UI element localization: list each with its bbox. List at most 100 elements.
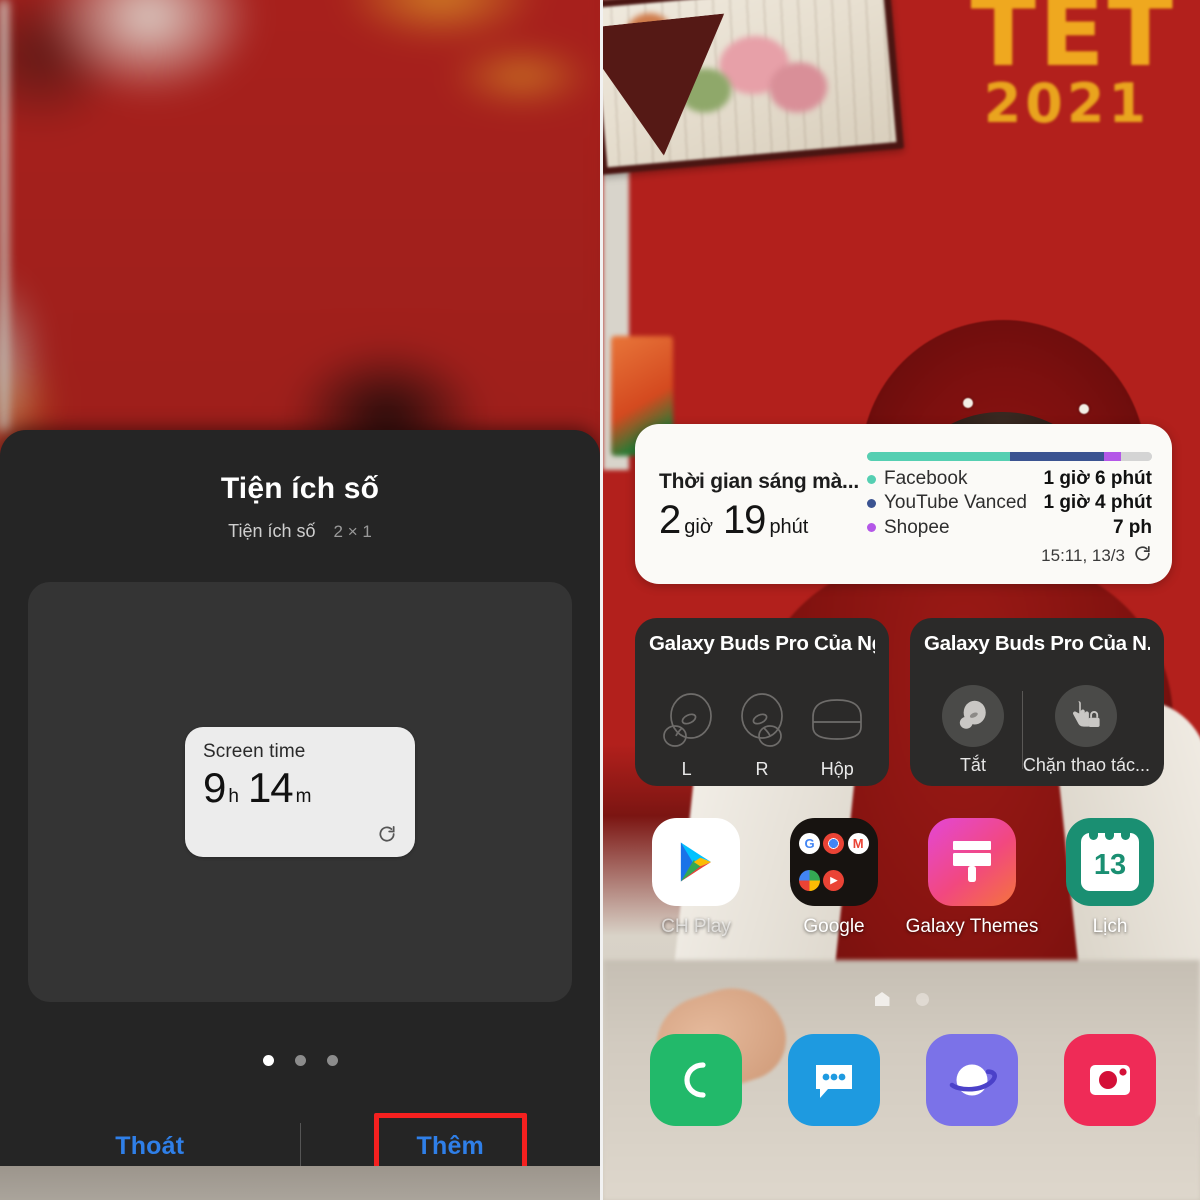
exit-button-wrap[interactable]: Thoát — [0, 1132, 300, 1161]
preview-page-dots[interactable] — [0, 1055, 600, 1066]
galaxy-buds-controls-widget[interactable]: Galaxy Buds Pro Của N... Tắt Chặn thao t… — [910, 618, 1164, 786]
usage-app-list: Facebook 1 giờ 6 phút YouTube Vanced 1 giờ … — [867, 467, 1152, 540]
preview-widget-label: Screen time — [203, 741, 306, 762]
buds-battery-title: Galaxy Buds Pro Của Ng... — [649, 632, 875, 655]
usage-app-row: Facebook 1 giờ 6 phút — [867, 467, 1152, 491]
google-play-icon — [652, 818, 740, 906]
usage-app-time: 1 giờ 4 phút — [1043, 492, 1152, 514]
dock-phone[interactable] — [627, 1034, 765, 1136]
refresh-icon[interactable] — [377, 824, 397, 844]
screenshot-root: Tiện ích số Tiện ích số 2 × 1 Screen tim… — [0, 0, 1200, 1200]
bud-left-label: L — [681, 759, 692, 779]
buds-control-off-label: Tắt — [959, 754, 986, 775]
calendar-icon: 13 — [1066, 818, 1154, 906]
left-wall-edge — [0, 0, 8, 430]
usage-bar-segment-remaining — [1120, 452, 1152, 461]
sheet-title: Tiện ích số — [220, 472, 380, 505]
add-button[interactable]: Thêm — [417, 1132, 484, 1161]
calendar-day: 13 — [1093, 848, 1127, 881]
usage-bar — [867, 452, 1152, 461]
preview-hours-unit: h — [228, 786, 239, 807]
screen-time-widget-preview[interactable]: Screen time 9 h 14 m — [185, 727, 415, 857]
usage-bar-segment-1 — [1009, 452, 1104, 461]
total-minutes-unit: phút — [769, 516, 809, 538]
usage-app-name: YouTube Vanced — [884, 492, 1027, 514]
galaxy-themes-icon — [928, 818, 1016, 906]
phone-icon — [650, 1034, 742, 1126]
usage-bar-segment-0 — [867, 452, 1010, 461]
earbud-icon — [941, 684, 1004, 747]
usage-app-row: Shopee 7 ph — [867, 516, 1152, 540]
page-dot[interactable] — [915, 992, 929, 1006]
dock — [627, 1034, 1179, 1136]
preview-hours: 9 — [203, 764, 226, 811]
last-updated: 15:11, 13/3 — [1041, 545, 1125, 565]
mini-maps-icon — [799, 869, 820, 891]
preview-minutes-unit: m — [295, 786, 312, 807]
bud-right[interactable]: R — [724, 691, 799, 780]
mini-google-icon: G — [799, 833, 820, 855]
screen-time-summary: Thời gian sáng mà... 2 giờ 19 phút — [659, 440, 867, 572]
bud-case-label: Hộp — [820, 759, 854, 779]
internet-icon — [926, 1034, 1018, 1126]
buds-control-off[interactable]: Tắt — [924, 684, 1022, 776]
mini-gmail-icon: M — [847, 833, 869, 855]
usage-bullet — [867, 523, 876, 533]
buds-case-icon — [812, 699, 863, 740]
dock-messages[interactable] — [765, 1034, 903, 1136]
bud-left[interactable]: L — [649, 691, 724, 780]
total-hours: 2 — [659, 498, 681, 542]
google-folder-icon: G M ▶ — [790, 818, 878, 906]
camera-icon — [1064, 1034, 1156, 1126]
app-label-galaxy-themes: Galaxy Themes — [905, 916, 1039, 937]
usage-app-time: 7 ph — [1112, 516, 1152, 538]
screen-time-total: 2 giờ 19 phút — [659, 500, 867, 540]
touch-lock-icon — [1055, 684, 1118, 747]
screen-time-widget[interactable]: Thời gian sáng mà... 2 giờ 19 phút Faceb… — [635, 424, 1172, 584]
home-icon[interactable] — [874, 992, 890, 1006]
preview-widget-time: 9 h 14 m — [203, 767, 397, 809]
usage-app-time: 1 giờ 6 phút — [1043, 468, 1152, 489]
preview-minutes: 14 — [247, 764, 294, 811]
buds-battery-items: L R Hộp — [649, 670, 875, 780]
app-ch-play[interactable]: CH Play — [627, 818, 765, 938]
buds-controls-items: Tắt Chặn thao tác... — [924, 672, 1150, 788]
screen-time-title: Thời gian sáng mà... — [659, 470, 859, 493]
widget-name: Tiện ích số — [228, 520, 316, 541]
usage-app-name: Shopee — [884, 516, 950, 538]
usage-app-row: YouTube Vanced 1 giờ 4 phút — [867, 491, 1152, 515]
app-calendar[interactable]: 13 Lịch — [1041, 818, 1179, 938]
screen-time-breakdown: Facebook 1 giờ 6 phút YouTube Vanced 1 giờ … — [867, 440, 1152, 572]
earbud-left-icon — [662, 693, 712, 747]
left-bottom-strip — [0, 1166, 600, 1200]
total-hours-unit: giờ — [684, 516, 713, 538]
earbud-right-icon — [741, 693, 783, 747]
app-row: CH Play G M ▶ Google Galaxy Themes 13 Lị… — [627, 818, 1179, 938]
bud-case[interactable]: Hộp — [800, 691, 875, 780]
app-google-folder[interactable]: G M ▶ Google — [765, 818, 903, 938]
home-page-indicator[interactable] — [603, 992, 1200, 1006]
buds-control-touch-lock-label: Chặn thao tác... — [1022, 754, 1150, 775]
dock-camera[interactable] — [1041, 1034, 1179, 1136]
right-phone-screen: TẾT 2021 Thời gian sáng mà... 2 giờ 19 p… — [600, 0, 1200, 1200]
app-label-ch-play: CH Play — [661, 916, 731, 937]
widget-picker-sheet: Tiện ích số Tiện ích số 2 × 1 Screen tim… — [0, 430, 600, 1200]
total-minutes: 19 — [722, 498, 766, 542]
app-galaxy-themes[interactable]: Galaxy Themes — [903, 818, 1041, 938]
screen-time-footer: 15:11, 13/3 — [867, 544, 1152, 568]
galaxy-buds-battery-widget[interactable]: Galaxy Buds Pro Của Ng... L R Hộp — [635, 618, 889, 786]
widget-size: 2 × 1 — [333, 521, 372, 541]
bud-right-label: R — [755, 759, 769, 779]
page-dot-2[interactable] — [294, 1055, 306, 1066]
page-dot-3[interactable] — [326, 1055, 338, 1066]
mini-chrome-icon — [823, 833, 845, 855]
buds-control-touch-lock[interactable]: Chặn thao tác... — [1022, 684, 1150, 776]
page-dot-1[interactable] — [262, 1055, 274, 1066]
exit-button[interactable]: Thoát — [0, 1132, 300, 1161]
messages-icon — [788, 1034, 880, 1126]
dock-internet[interactable] — [903, 1034, 1041, 1136]
refresh-icon[interactable] — [1133, 544, 1152, 568]
app-label-calendar: Lịch — [1092, 916, 1128, 937]
usage-bullet — [867, 498, 876, 508]
widget-preview-pane[interactable]: Screen time 9 h 14 m — [28, 582, 572, 1002]
